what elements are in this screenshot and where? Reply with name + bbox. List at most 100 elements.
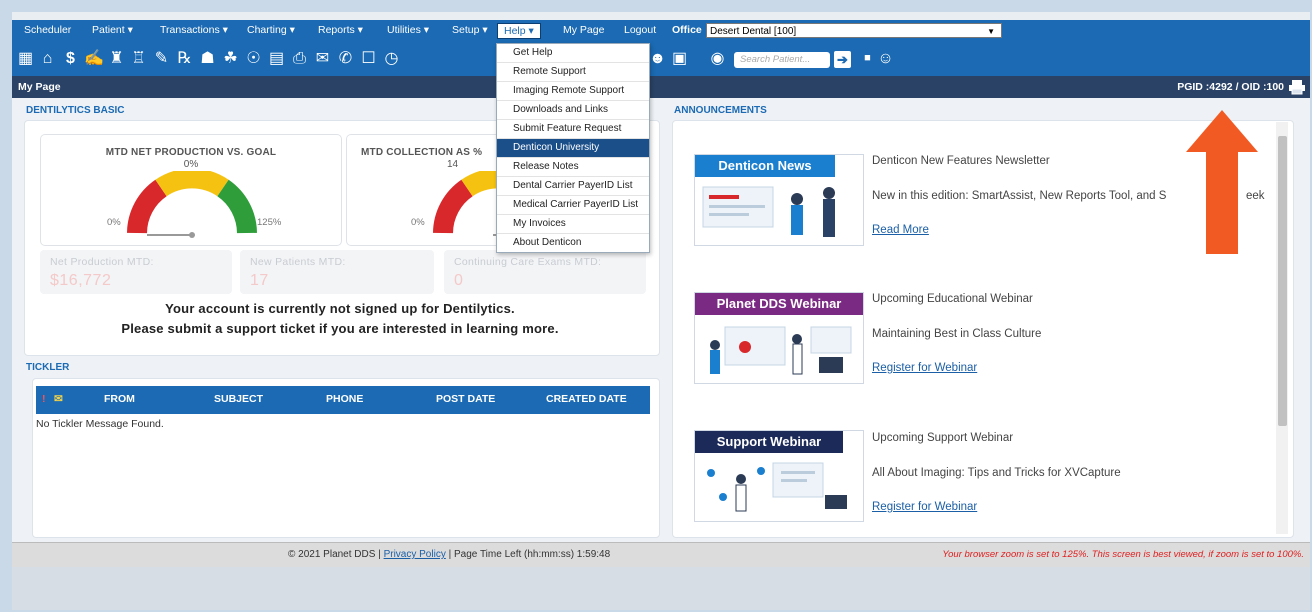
announcement-description: New in this edition: SmartAssist, New Re… <box>872 190 1167 202</box>
help-item-denticon-university[interactable]: Denticon University <box>497 139 649 158</box>
newsletter-illustration-icon <box>702 186 835 237</box>
stat-label: Net Production MTD: <box>50 256 154 268</box>
checkbox-icon[interactable]: ■ <box>858 49 877 68</box>
help-item-release-notes[interactable]: Release Notes <box>497 158 649 177</box>
chat-icon[interactable]: ✆ <box>336 49 355 68</box>
menu-my-page[interactable]: My Page <box>563 24 604 36</box>
help-item-medical-carrier-payerid[interactable]: Medical Carrier PayerID List <box>497 196 649 215</box>
grid-icon[interactable]: ▦ <box>16 49 35 68</box>
help-item-downloads-links[interactable]: Downloads and Links <box>497 101 649 120</box>
mail-icon[interactable]: ✉ <box>313 49 332 68</box>
col-phone[interactable]: PHONE <box>326 393 363 405</box>
help-item-remote-support[interactable]: Remote Support <box>497 63 649 82</box>
gauge-net-production: MTD NET PRODUCTION VS. GOAL 0% 0% 125% <box>40 134 342 246</box>
announcement-banner: Planet DDS Webinar <box>695 293 863 315</box>
stat-value: $16,772 <box>50 272 112 289</box>
register-webinar-link[interactable]: Register for Webinar <box>872 362 977 374</box>
menu-charting-label: Charting <box>247 24 287 36</box>
announcement-description: All About Imaging: Tips and Tricks for X… <box>872 467 1121 479</box>
menu-transactions-label: Transactions <box>160 24 220 36</box>
dentilytics-notice-line2: Please submit a support ticket if you ar… <box>121 321 559 336</box>
menu-logout[interactable]: Logout <box>624 24 656 36</box>
home-icon[interactable]: ⌂ <box>38 49 57 68</box>
perio-icon[interactable]: ✎ <box>152 49 171 68</box>
office-select-value: Desert Dental [100] <box>710 26 797 37</box>
menu-help[interactable]: Help ▾ <box>497 23 541 39</box>
announcement-image-planet-dds-webinar[interactable]: Planet DDS Webinar <box>694 292 864 384</box>
chevron-down-icon: ▼ <box>987 27 995 36</box>
image-icon[interactable]: ▣ <box>670 49 689 68</box>
priority-flag-icon: ! <box>42 393 46 405</box>
rx-icon[interactable]: ℞ <box>175 49 194 68</box>
page-title: My Page <box>18 81 61 93</box>
menu-setup-label: Setup <box>452 24 480 36</box>
page-footer: © 2021 Planet DDS | Privacy Policy | Pag… <box>12 542 1310 567</box>
menu-patient[interactable]: Patient ▾ <box>92 24 133 36</box>
office-select[interactable]: Desert Dental [100] ▼ <box>706 23 1002 38</box>
page-time-left: | Page Time Left (hh:mm:ss) 1:59:48 <box>448 549 611 560</box>
family-icon[interactable]: ☘ <box>221 49 240 68</box>
col-subject[interactable]: SUBJECT <box>214 393 263 405</box>
dollar-icon[interactable]: $ <box>61 49 80 68</box>
gauge-percent: 0% <box>183 159 199 170</box>
stat-value: 17 <box>250 272 269 289</box>
col-created-date[interactable]: CREATED DATE <box>546 393 627 405</box>
menu-charting[interactable]: Charting ▾ <box>247 24 295 36</box>
announcement-image-denticon-news[interactable]: Denticon News <box>694 154 864 246</box>
copyright-text: © 2021 Planet DDS | <box>288 549 381 560</box>
window-top-strip <box>12 12 1310 20</box>
tickler-empty-message: No Tickler Message Found. <box>36 418 164 430</box>
message-icon[interactable]: ☐ <box>359 49 378 68</box>
add-patient-icon[interactable]: ☗ <box>198 49 217 68</box>
search-go-button[interactable]: ➔ <box>834 51 851 68</box>
help-item-dental-carrier-payerid[interactable]: Dental Carrier PayerID List <box>497 177 649 196</box>
announcement-image-support-webinar[interactable]: Support Webinar <box>694 430 864 522</box>
office-label: Office <box>672 24 702 36</box>
help-item-submit-feature-request[interactable]: Submit Feature Request <box>497 120 649 139</box>
stat-label: New Patients MTD: <box>250 256 346 268</box>
support-illustration-icon <box>707 462 847 512</box>
ledger-icon[interactable]: ✍ <box>84 49 104 68</box>
printer-icon[interactable] <box>1288 79 1306 95</box>
menu-scheduler[interactable]: Scheduler <box>24 24 71 36</box>
help-item-my-invoices[interactable]: My Invoices <box>497 215 649 234</box>
referral-icon[interactable]: ☉ <box>244 49 263 68</box>
scrollbar-thumb[interactable] <box>1278 136 1287 426</box>
gauge-title: MTD NET PRODUCTION VS. GOAL <box>105 147 277 158</box>
menu-utilities[interactable]: Utilities ▾ <box>387 24 429 36</box>
announcement-heading: Upcoming Support Webinar <box>872 432 1014 444</box>
gauge-dial-icon <box>127 171 257 238</box>
users-icon[interactable]: ☻ <box>648 49 667 68</box>
print-icon[interactable]: ⎙ <box>290 49 309 68</box>
tooth-chart-icon[interactable]: ♖ <box>129 49 148 68</box>
menu-help-label: Help <box>504 25 526 37</box>
document-icon[interactable]: ▤ <box>267 49 286 68</box>
clock-icon[interactable]: ◷ <box>382 49 401 68</box>
stat-new-patients: New Patients MTD: 17 <box>240 250 434 294</box>
envelope-icon: ✉ <box>54 393 63 405</box>
col-from[interactable]: FROM <box>104 393 135 405</box>
patient-search-input[interactable]: Search Patient... <box>734 52 830 68</box>
stat-continuing-care: Continuing Care Exams MTD: 0 <box>444 250 646 294</box>
privacy-policy-link[interactable]: Privacy Policy <box>384 549 446 560</box>
col-post-date[interactable]: POST DATE <box>436 393 495 405</box>
search-toggle-icon[interactable]: ◉ <box>708 49 727 68</box>
menu-setup[interactable]: Setup ▾ <box>452 24 488 36</box>
menu-utilities-label: Utilities <box>387 24 421 36</box>
read-more-link[interactable]: Read More <box>872 224 929 236</box>
bottom-area <box>12 567 1310 610</box>
dentilytics-title: DENTILYTICS BASIC <box>26 105 125 116</box>
stat-value: 0 <box>454 272 464 289</box>
help-item-about-denticon[interactable]: About Denticon <box>497 234 649 252</box>
menu-reports[interactable]: Reports ▾ <box>318 24 363 36</box>
register-webinar-link[interactable]: Register for Webinar <box>872 501 977 513</box>
dentilytics-notice-line1: Your account is currently not signed up … <box>165 301 515 316</box>
help-item-get-help[interactable]: Get Help <box>497 44 649 63</box>
menu-transactions[interactable]: Transactions ▾ <box>160 24 228 36</box>
announcement-heading: Denticon New Features Newsletter <box>872 155 1050 167</box>
main-menubar: Scheduler Patient ▾ Transactions ▾ Chart… <box>12 20 1310 42</box>
tooth-icon[interactable]: ♜ <box>107 49 126 68</box>
group-icon[interactable]: ☺ <box>876 49 895 68</box>
help-item-imaging-remote-support[interactable]: Imaging Remote Support <box>497 82 649 101</box>
icon-toolbar: ▦ ⌂ $ ✍ ♜ ♖ ✎ ℞ ☗ ☘ ☉ ▤ ⎙ ✉ ✆ ☐ ◷ ☻ ▣ ◉ … <box>12 42 1310 76</box>
